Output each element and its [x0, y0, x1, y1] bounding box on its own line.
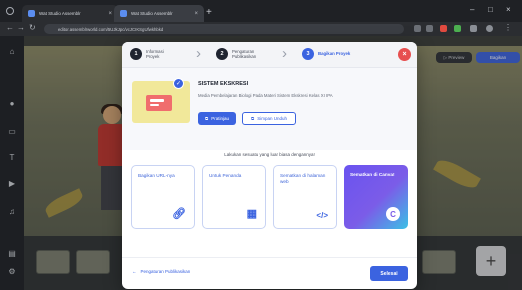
close-modal-button[interactable]: × [398, 48, 411, 61]
address-bar[interactable]: editor.assemblrworld.com/5UJkJpc/vcJCIKS… [44, 24, 404, 34]
option-label: Untuk Penanda [209, 173, 242, 178]
reload-icon[interactable]: ↻ [29, 23, 36, 32]
done-button[interactable]: Selesai [370, 266, 408, 281]
browser-tab-bar: Wat Studio Assemblr × Wat Studio Assembl… [0, 0, 522, 22]
chevron-right-icon: › [196, 45, 201, 62]
step-label: Informasi Proyek [146, 48, 164, 59]
external-link-icon: ⧉ [205, 116, 209, 121]
extension-icon[interactable] [426, 25, 433, 32]
step-number: 2 [216, 48, 228, 60]
qr-icon: ▦ [246, 208, 257, 220]
marker-option[interactable]: Untuk Penanda ▦ [202, 165, 266, 229]
browser-toolbar: ← → ↻ editor.assemblrworld.com/5UJkJpc/v… [0, 22, 522, 36]
close-window-icon[interactable]: × [506, 5, 511, 14]
browser-tab-2[interactable]: Wat Studio Assemblr × [114, 5, 204, 22]
canva-icon: C [386, 207, 400, 221]
favicon-icon [28, 10, 35, 17]
step-label: Bagikan Proyek [318, 51, 351, 57]
option-label: Bagikan URL-nya [138, 173, 175, 178]
profile-icon[interactable] [6, 7, 14, 15]
arrow-left-icon: ← [132, 269, 137, 274]
tab-title: Wat Studio Assemblr [131, 11, 173, 16]
maximize-icon[interactable]: □ [488, 5, 493, 14]
extension-icon[interactable] [440, 25, 447, 32]
back-icon[interactable]: ← [6, 23, 14, 32]
browser-tab-1[interactable]: Wat Studio Assemblr × [22, 5, 118, 22]
option-label: Sematkan di Canva! [350, 172, 395, 177]
close-tab-icon[interactable]: × [194, 11, 198, 17]
step-publish-settings[interactable]: 2 Pengaturan Publikasikan [216, 48, 256, 60]
step-project-info[interactable]: 1 Informasi Proyek [130, 48, 164, 60]
account-icon[interactable] [486, 25, 493, 32]
back-to-publish-settings-link[interactable]: ← Pengaturan Publikasikan [132, 269, 190, 274]
step-label: Pengaturan Publikasikan [232, 48, 257, 59]
check-icon: ✓ [173, 78, 184, 89]
url-text: editor.assemblrworld.com/5UJkJpc/vcJCIKS… [58, 26, 164, 32]
share-prompt: Lakukan sesuatu yang luar biasa denganny… [224, 152, 315, 157]
minimize-icon[interactable]: – [470, 5, 474, 14]
tab-title: Wat Studio Assemblr [39, 11, 81, 16]
share-project-modal: 1 Informasi Proyek › 2 Pengaturan Publikas… [122, 42, 417, 289]
step-number: 1 [130, 48, 142, 60]
sidepanel-icon[interactable] [470, 25, 477, 32]
close-tab-icon[interactable]: × [108, 11, 112, 17]
embed-canva-option[interactable]: Sematkan di Canva! C [344, 165, 408, 229]
extension-icon[interactable] [454, 25, 461, 32]
extension-icon[interactable] [414, 25, 421, 32]
stepper: 1 Informasi Proyek › 2 Pengaturan Publikas… [122, 42, 417, 68]
project-description: Media Pembelajaran Biologi Pada Materi S… [198, 93, 333, 98]
option-label: Sematkan di halaman web [280, 173, 326, 184]
preview-project-button[interactable]: ⧉ Pratinjau [198, 112, 236, 125]
menu-icon[interactable]: ⋮ [504, 23, 512, 32]
project-title: SISTEM EKSKRESI [198, 81, 249, 87]
code-icon: </> [316, 211, 328, 220]
step-share-project[interactable]: 3 Bagikan Proyek [302, 48, 350, 60]
chevron-right-icon: › [282, 45, 287, 62]
share-url-option[interactable]: Bagikan URL-nya 🔗︎ [131, 165, 195, 229]
external-link-icon: ⧉ [251, 116, 255, 121]
embed-web-option[interactable]: Sematkan di halaman web </> [273, 165, 337, 229]
project-summary: ✓ SISTEM EKSKRESI Media Pembelajaran Bio… [122, 68, 417, 150]
step-number: 3 [302, 48, 314, 60]
forward-icon[interactable]: → [17, 23, 25, 32]
new-tab-button[interactable]: + [206, 7, 212, 18]
favicon-icon [120, 10, 127, 17]
modal-footer: ← Pengaturan Publikasikan Selesai [122, 257, 417, 289]
download-project-button[interactable]: ⧉ Simpan Unduh [242, 112, 296, 125]
link-icon: 🔗︎ [172, 208, 186, 220]
